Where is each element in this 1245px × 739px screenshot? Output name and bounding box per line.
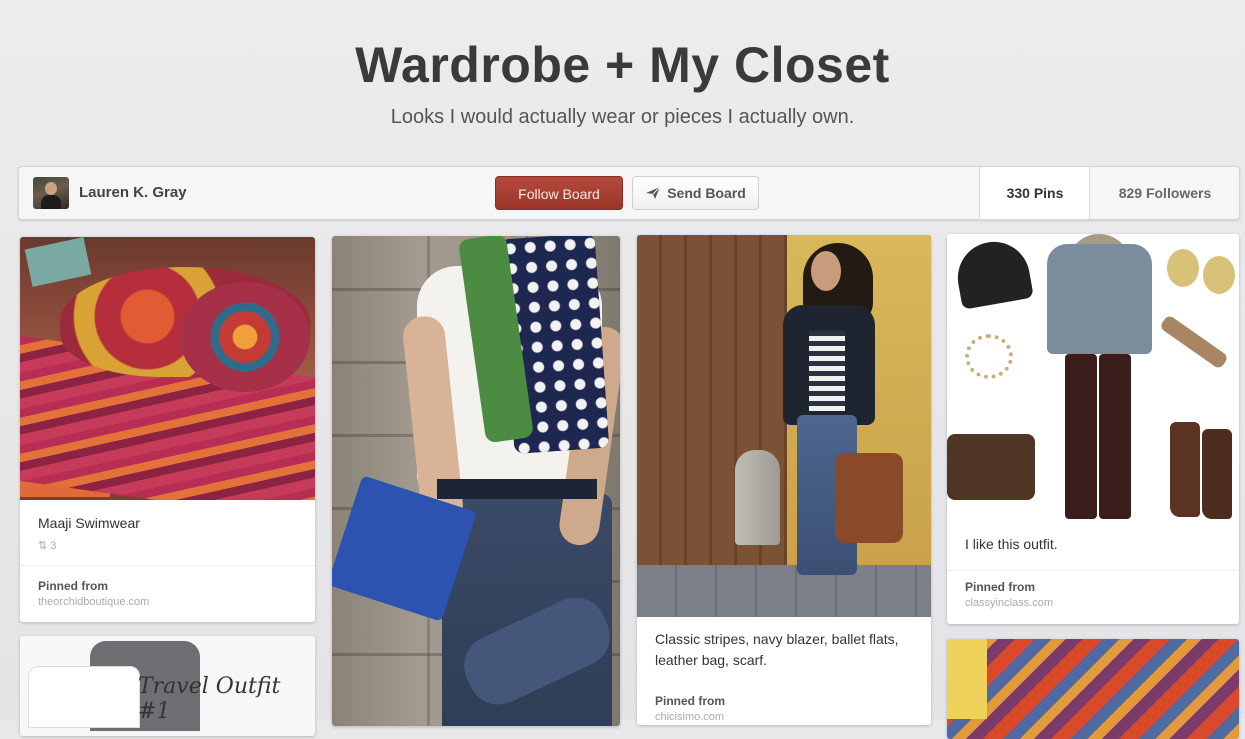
repin-icon: ⇅ [38, 540, 51, 552]
pin-repin-count: ⇅ 3 [38, 539, 56, 552]
pin-image[interactable] [20, 237, 315, 500]
pinned-from-label: Pinned from [655, 694, 726, 708]
pin-divider [20, 565, 315, 566]
pin-caption: Classic stripes, navy blazer, ballet fla… [655, 631, 899, 668]
pin-image[interactable] [947, 639, 1239, 739]
image-text: Travel Outfit #1 [138, 674, 281, 724]
pin-image[interactable]: Travel Outfit #1 [20, 636, 315, 736]
image-striped-top [809, 331, 845, 411]
pinned-from-label: Pinned from [38, 579, 109, 593]
avatar[interactable] [33, 177, 69, 209]
send-board-label: Send Board [667, 185, 746, 201]
pin-image[interactable] [637, 235, 931, 617]
pin-card[interactable]: Maaji Swimwear ⇅ 3 Pinned from theorchid… [20, 237, 315, 622]
image-pavement [637, 565, 931, 617]
pinned-from-label: Pinned from [965, 580, 1036, 594]
pin-divider [947, 570, 1239, 571]
image-leather-bag [835, 453, 903, 543]
follow-board-button[interactable]: Follow Board [495, 176, 623, 210]
image-belt [437, 479, 597, 499]
image-boot [1170, 422, 1200, 517]
pin-card[interactable] [332, 236, 620, 726]
pin-caption: I like this outfit. [965, 536, 1058, 552]
image-earring [1167, 249, 1199, 287]
pin-source-link[interactable]: classyinclass.com [965, 597, 1053, 609]
image-satchel [947, 434, 1035, 500]
board-header-bar: Lauren K. Gray Follow Board Send Board 3… [18, 166, 1240, 220]
image-pants [1065, 354, 1097, 519]
image-stone-post [735, 450, 780, 545]
pin-image[interactable] [332, 236, 620, 726]
image-chambray-shirt [1047, 244, 1152, 354]
pin-card[interactable] [947, 639, 1239, 739]
pins-count-tab[interactable]: 330 Pins [979, 167, 1090, 219]
board-description: Looks I would actually wear or pieces I … [390, 106, 855, 128]
pin-card[interactable]: Classic stripes, navy blazer, ballet fla… [637, 235, 931, 725]
image-earring [1203, 256, 1235, 294]
image-boot [1202, 429, 1232, 519]
image-face [811, 251, 841, 291]
image-tag [24, 237, 92, 287]
pin-card[interactable]: Travel Outfit #1 [20, 636, 315, 736]
send-board-button[interactable]: Send Board [632, 176, 759, 210]
image-beanie [952, 236, 1034, 310]
repin-number: 3 [50, 540, 57, 552]
avatar-head [45, 182, 57, 195]
pin-caption: Maaji Swimwear [38, 515, 140, 531]
pin-image[interactable] [947, 234, 1239, 524]
image-belt [1159, 314, 1229, 370]
image-bikini-top [180, 282, 310, 392]
owner-name-link[interactable]: Lauren K. Gray [79, 184, 187, 201]
image-pants [1099, 354, 1131, 519]
image-background [947, 639, 987, 719]
image-bracelet [965, 334, 1013, 379]
pin-source-link[interactable]: theorchidboutique.com [38, 596, 149, 608]
pin-source-link[interactable]: chicisimo.com [655, 711, 724, 723]
send-icon [645, 186, 661, 200]
followers-count-tab[interactable]: 829 Followers [1089, 167, 1240, 219]
board-title: Wardrobe + My Closet [355, 37, 890, 93]
pin-card[interactable]: I like this outfit. Pinned from classyin… [947, 234, 1239, 624]
avatar-body [41, 195, 61, 209]
